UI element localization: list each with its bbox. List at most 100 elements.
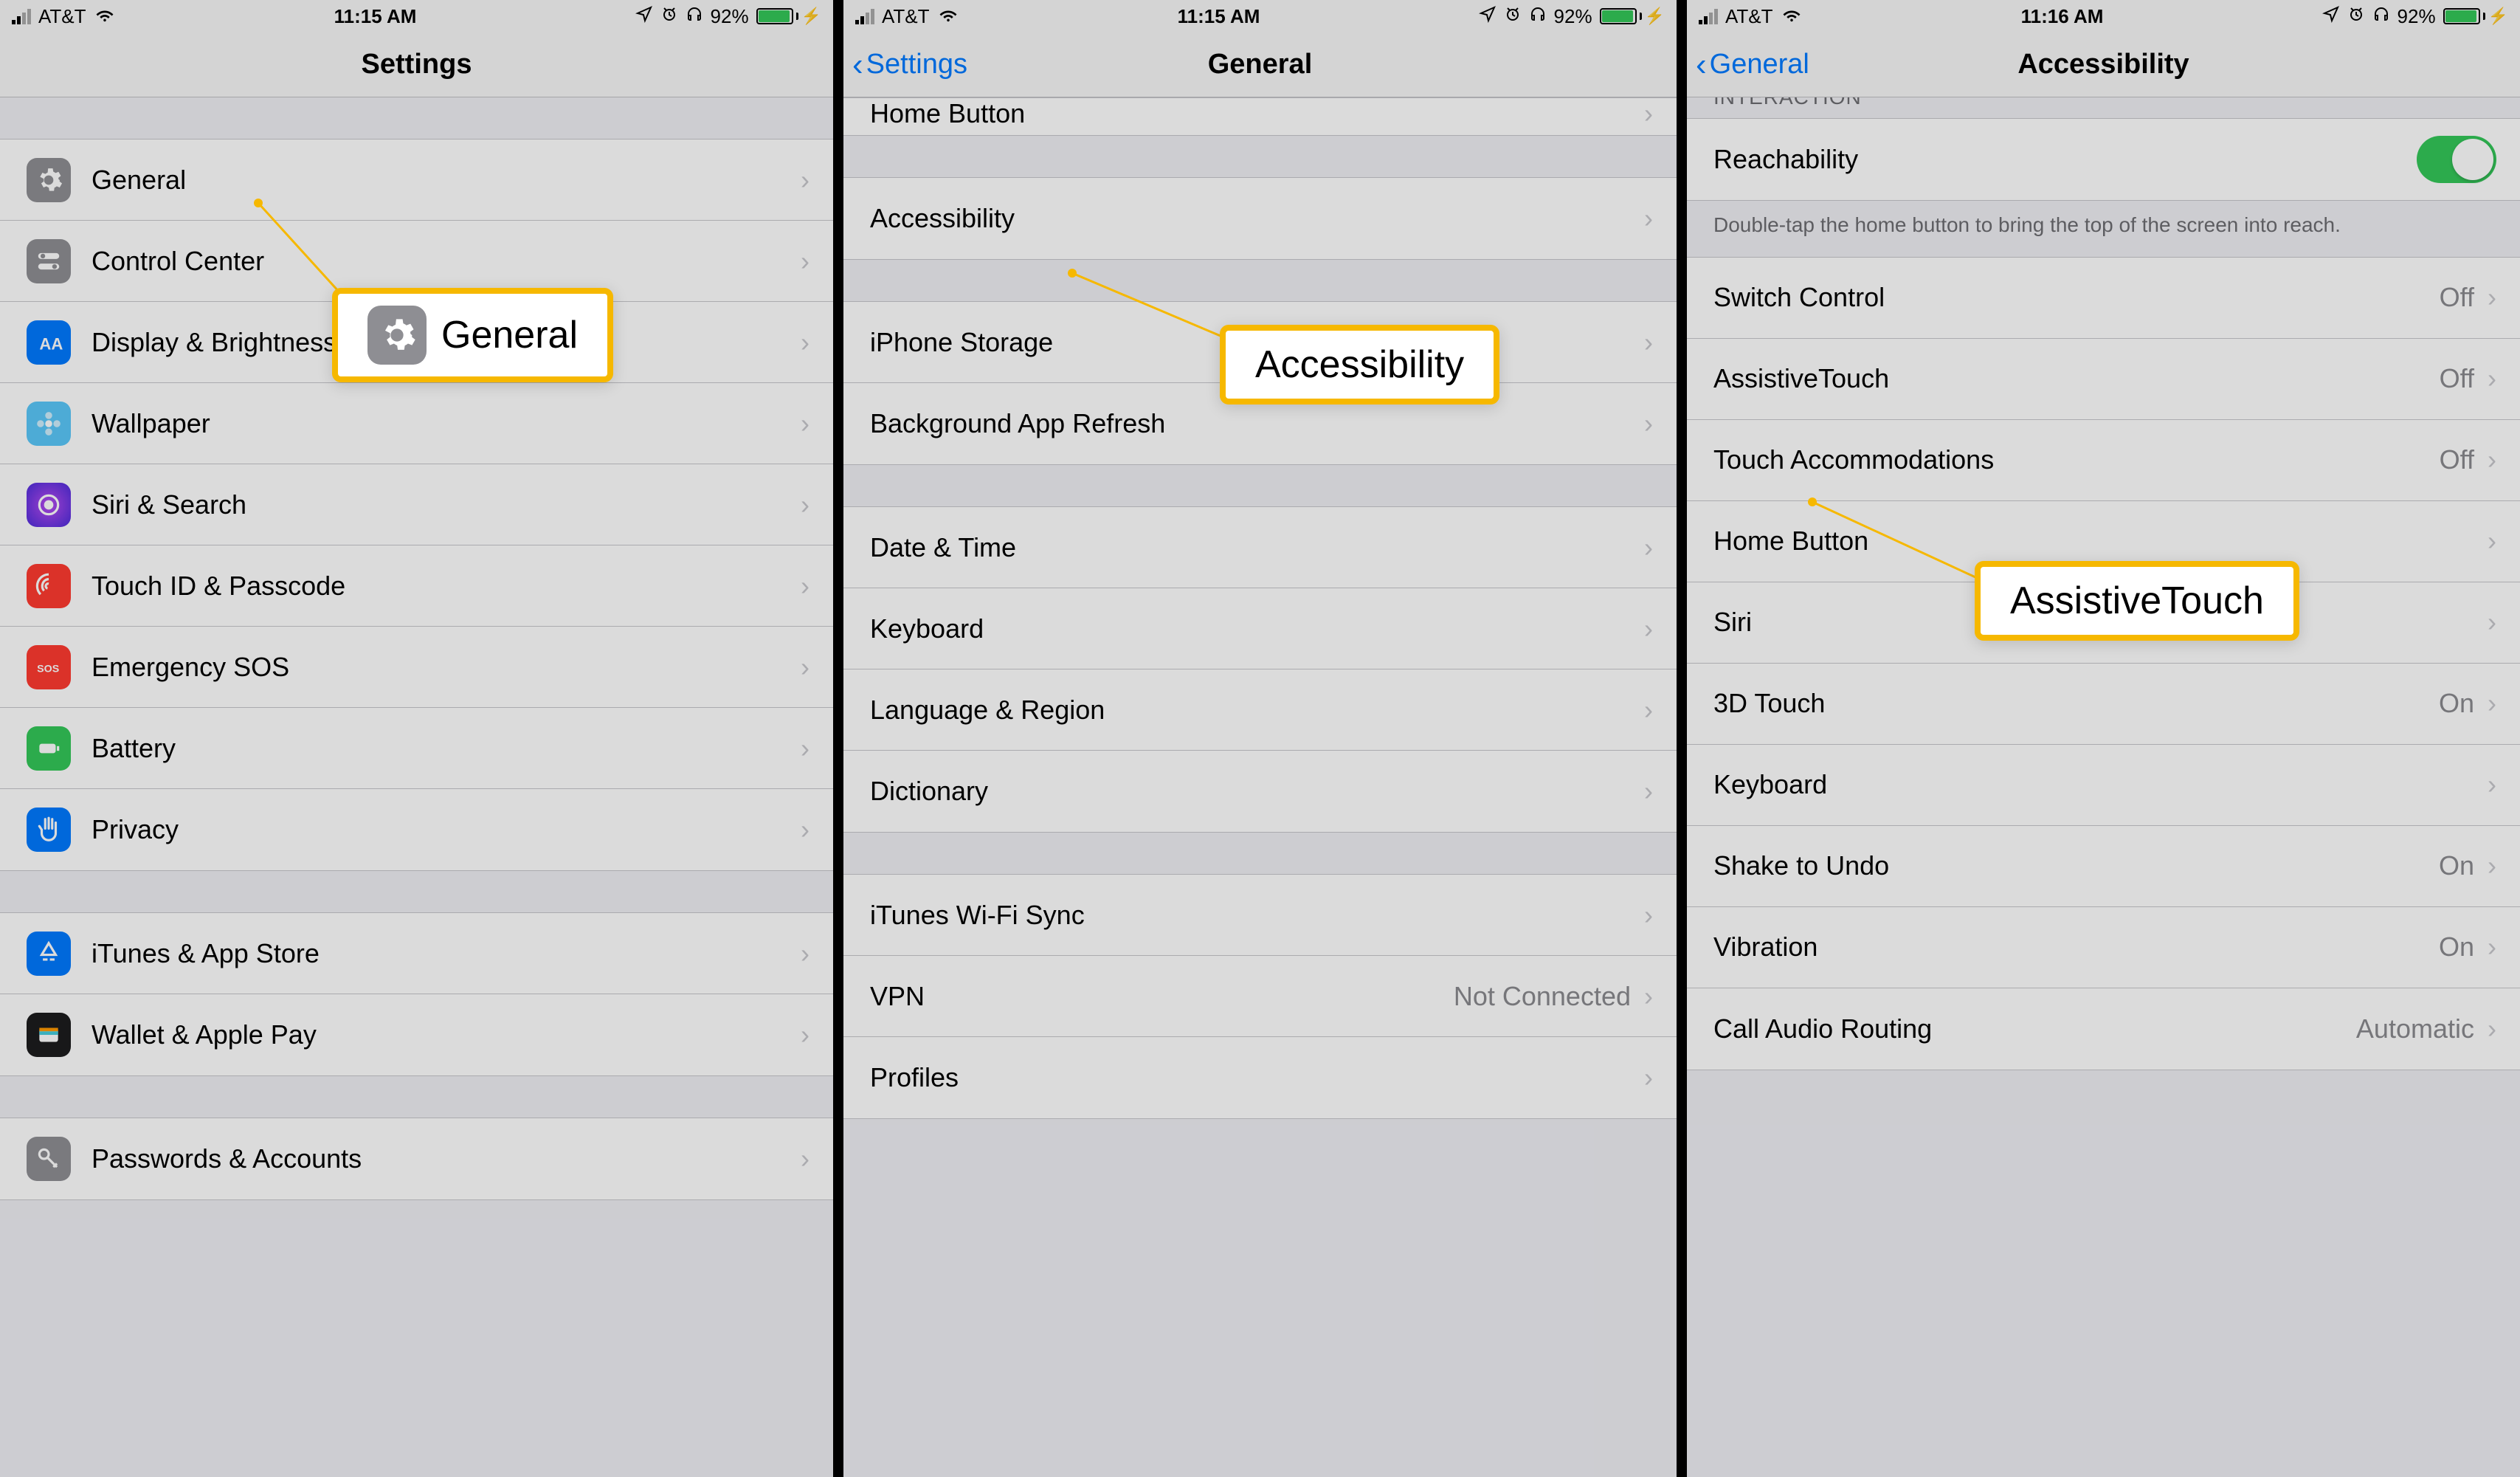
- chevron-right-icon: ›: [2488, 1013, 2496, 1044]
- general-row[interactable]: Profiles ›: [843, 1037, 1677, 1118]
- general-row[interactable]: Language & Region ›: [843, 669, 1677, 751]
- row-label: Emergency SOS: [92, 652, 801, 683]
- callout-label: General: [441, 313, 578, 357]
- accessibility-row[interactable]: Vibration On ›: [1687, 907, 2520, 988]
- alarm-icon: [660, 5, 678, 28]
- carrier-label: AT&T: [38, 5, 86, 28]
- battery-icon: [27, 726, 71, 771]
- chevron-right-icon: ›: [2488, 444, 2496, 475]
- row-value: Automatic: [2356, 1013, 2474, 1044]
- svg-text:SOS: SOS: [37, 663, 59, 675]
- chevron-right-icon: ›: [1644, 1062, 1653, 1093]
- location-icon: [1479, 5, 1497, 28]
- chevron-right-icon: ›: [1644, 900, 1653, 931]
- carrier-label: AT&T: [882, 5, 930, 28]
- chevron-right-icon: ›: [1644, 776, 1653, 807]
- settings-row[interactable]: Battery ›: [0, 708, 833, 789]
- general-row[interactable]: Dictionary ›: [843, 751, 1677, 832]
- settings-row[interactable]: Privacy ›: [0, 789, 833, 870]
- row-reachability[interactable]: Reachability: [1687, 119, 2520, 200]
- settings-row[interactable]: General ›: [0, 140, 833, 221]
- row-label: Background App Refresh: [870, 408, 1644, 439]
- wifi-icon: [1781, 5, 1803, 28]
- row-label: Reachability: [1713, 144, 2417, 175]
- settings-row[interactable]: Siri & Search ›: [0, 464, 833, 545]
- chevron-right-icon: ›: [2488, 363, 2496, 394]
- settings-row[interactable]: Wallpaper ›: [0, 383, 833, 464]
- row-label: Language & Region: [870, 695, 1644, 726]
- chevron-right-icon: ›: [1644, 981, 1653, 1012]
- battery-pct: 92%: [2398, 5, 2436, 28]
- chevron-right-icon: ›: [801, 733, 809, 764]
- settings-row[interactable]: Touch ID & Passcode ›: [0, 545, 833, 627]
- back-button[interactable]: ‹ Settings: [852, 49, 967, 81]
- chevron-right-icon: ›: [1644, 613, 1653, 644]
- general-row[interactable]: Date & Time ›: [843, 507, 1677, 588]
- chevron-right-icon: ›: [2488, 688, 2496, 719]
- row-label: Date & Time: [870, 532, 1644, 563]
- status-time: 11:15 AM: [1178, 5, 1260, 28]
- row-label: Passwords & Accounts: [92, 1143, 801, 1174]
- accessibility-row[interactable]: Shake to Undo On ›: [1687, 826, 2520, 907]
- headphones-icon: [1529, 5, 1547, 28]
- general-row[interactable]: iTunes Wi-Fi Sync ›: [843, 875, 1677, 956]
- page-title: Accessibility: [2017, 49, 2189, 80]
- key-icon: [27, 1137, 71, 1181]
- settings-row[interactable]: Passwords & Accounts ›: [0, 1118, 833, 1199]
- status-bar: AT&T 11:16 AM 92% ⚡: [1687, 0, 2520, 32]
- accessibility-row[interactable]: Keyboard ›: [1687, 745, 2520, 826]
- row-label: Wallet & Apple Pay: [92, 1019, 801, 1050]
- row-label: Home Button: [870, 98, 1644, 129]
- row-label: Privacy: [92, 814, 801, 845]
- row-label: Accessibility: [870, 203, 1644, 234]
- callout-label: AssistiveTouch: [2010, 579, 2264, 623]
- row-label: AssistiveTouch: [1713, 363, 2440, 394]
- row-label: iTunes & App Store: [92, 938, 801, 969]
- chevron-right-icon: ›: [1644, 695, 1653, 726]
- back-button[interactable]: ‹ General: [1696, 49, 1809, 81]
- section-footer: Double-tap the home button to bring the …: [1687, 201, 2520, 257]
- accessibility-screen: AT&T 11:16 AM 92% ⚡ ‹ General Accessibil…: [1687, 0, 2520, 1477]
- row-label: iTunes Wi-Fi Sync: [870, 900, 1644, 931]
- general-row[interactable]: Keyboard ›: [843, 588, 1677, 669]
- headphones-icon: [2372, 5, 2390, 28]
- accessibility-row[interactable]: 3D Touch On ›: [1687, 664, 2520, 745]
- settings-row[interactable]: SOS Emergency SOS ›: [0, 627, 833, 708]
- callout-assistivetouch: AssistiveTouch: [1975, 561, 2299, 641]
- row-label: Siri & Search: [92, 489, 801, 520]
- battery-pct: 92%: [1554, 5, 1592, 28]
- toggle-on[interactable]: [2417, 136, 2496, 183]
- settings-row[interactable]: iTunes & App Store ›: [0, 913, 833, 994]
- row-label: Wallpaper: [92, 408, 801, 439]
- chevron-right-icon: ›: [2488, 607, 2496, 638]
- accessibility-row[interactable]: Touch Accommodations Off ›: [1687, 420, 2520, 501]
- signal-icon: [855, 8, 874, 24]
- sos-icon: SOS: [27, 645, 71, 689]
- general-row[interactable]: VPN Not Connected ›: [843, 956, 1677, 1037]
- settings-row[interactable]: Wallet & Apple Pay ›: [0, 994, 833, 1075]
- status-bar: AT&T 11:15 AM 92% ⚡: [0, 0, 833, 32]
- general-row[interactable]: Home Button ›: [843, 98, 1677, 135]
- wifi-icon: [94, 5, 116, 28]
- row-label: 3D Touch: [1713, 688, 2439, 719]
- callout-general: General: [332, 288, 613, 382]
- row-label: Shake to Undo: [1713, 850, 2439, 881]
- accessibility-row[interactable]: AssistiveTouch Off ›: [1687, 339, 2520, 420]
- chevron-right-icon: ›: [2488, 526, 2496, 557]
- accessibility-row[interactable]: Call Audio Routing Automatic ›: [1687, 988, 2520, 1070]
- headphones-icon: [686, 5, 703, 28]
- accessibility-row[interactable]: Switch Control Off ›: [1687, 258, 2520, 339]
- general-row[interactable]: Accessibility ›: [843, 178, 1677, 259]
- chevron-right-icon: ›: [1644, 98, 1653, 129]
- row-label: VPN: [870, 981, 1454, 1012]
- row-label: General: [92, 165, 801, 196]
- page-title: Settings: [362, 49, 472, 80]
- wallet-icon: [27, 1013, 71, 1057]
- carrier-label: AT&T: [1725, 5, 1773, 28]
- flower-icon: [27, 402, 71, 446]
- status-bar: AT&T 11:15 AM 92% ⚡: [843, 0, 1677, 32]
- battery-icon: ⚡: [2443, 7, 2508, 26]
- signal-icon: [12, 8, 31, 24]
- chevron-right-icon: ›: [2488, 850, 2496, 881]
- row-value: Off: [2440, 444, 2474, 475]
